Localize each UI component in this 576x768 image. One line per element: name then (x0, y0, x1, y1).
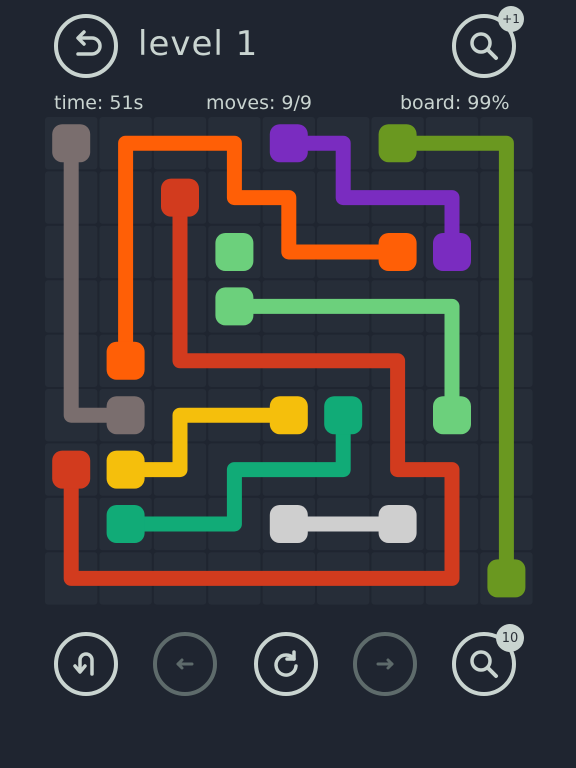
flow-endpoint-teal[interactable] (324, 396, 363, 435)
flow-endpoint-light-green[interactable] (433, 396, 471, 435)
restart-icon (274, 650, 298, 677)
flow-endpoint-taupe[interactable] (106, 396, 145, 435)
flow-endpoint-red-short[interactable] (52, 450, 91, 489)
undo-button[interactable] (54, 632, 118, 696)
flow-endpoint-red-short[interactable] (161, 178, 199, 217)
flow-endpoint-light-green-single[interactable] (215, 233, 254, 271)
flow-endpoint-yellow[interactable] (106, 450, 145, 489)
flow-endpoint-light-gray[interactable] (269, 505, 308, 543)
right-arrow-icon (376, 658, 394, 670)
previous-level-button[interactable] (153, 632, 217, 696)
flow-endpoint-olive[interactable] (378, 124, 417, 163)
restart-button[interactable] (254, 632, 318, 696)
flow-endpoint-purple[interactable] (433, 233, 471, 271)
left-arrow-icon (176, 658, 194, 670)
flow-endpoint-olive[interactable] (487, 559, 526, 598)
flow-endpoint-purple[interactable] (269, 124, 308, 163)
hint-count-badge: 10 (496, 624, 524, 652)
flow-endpoint-taupe[interactable] (52, 124, 91, 163)
flow-endpoint-teal[interactable] (106, 505, 145, 543)
next-level-button[interactable] (353, 632, 417, 696)
flow-endpoint-light-green[interactable] (215, 287, 254, 326)
undo-icon (73, 652, 94, 676)
flow-endpoint-light-gray[interactable] (378, 505, 417, 543)
magnifier-icon (470, 650, 498, 678)
flow-endpoint-yellow[interactable] (269, 396, 308, 435)
flow-endpoint-orange[interactable] (106, 341, 145, 380)
flow-endpoint-orange[interactable] (378, 233, 417, 271)
